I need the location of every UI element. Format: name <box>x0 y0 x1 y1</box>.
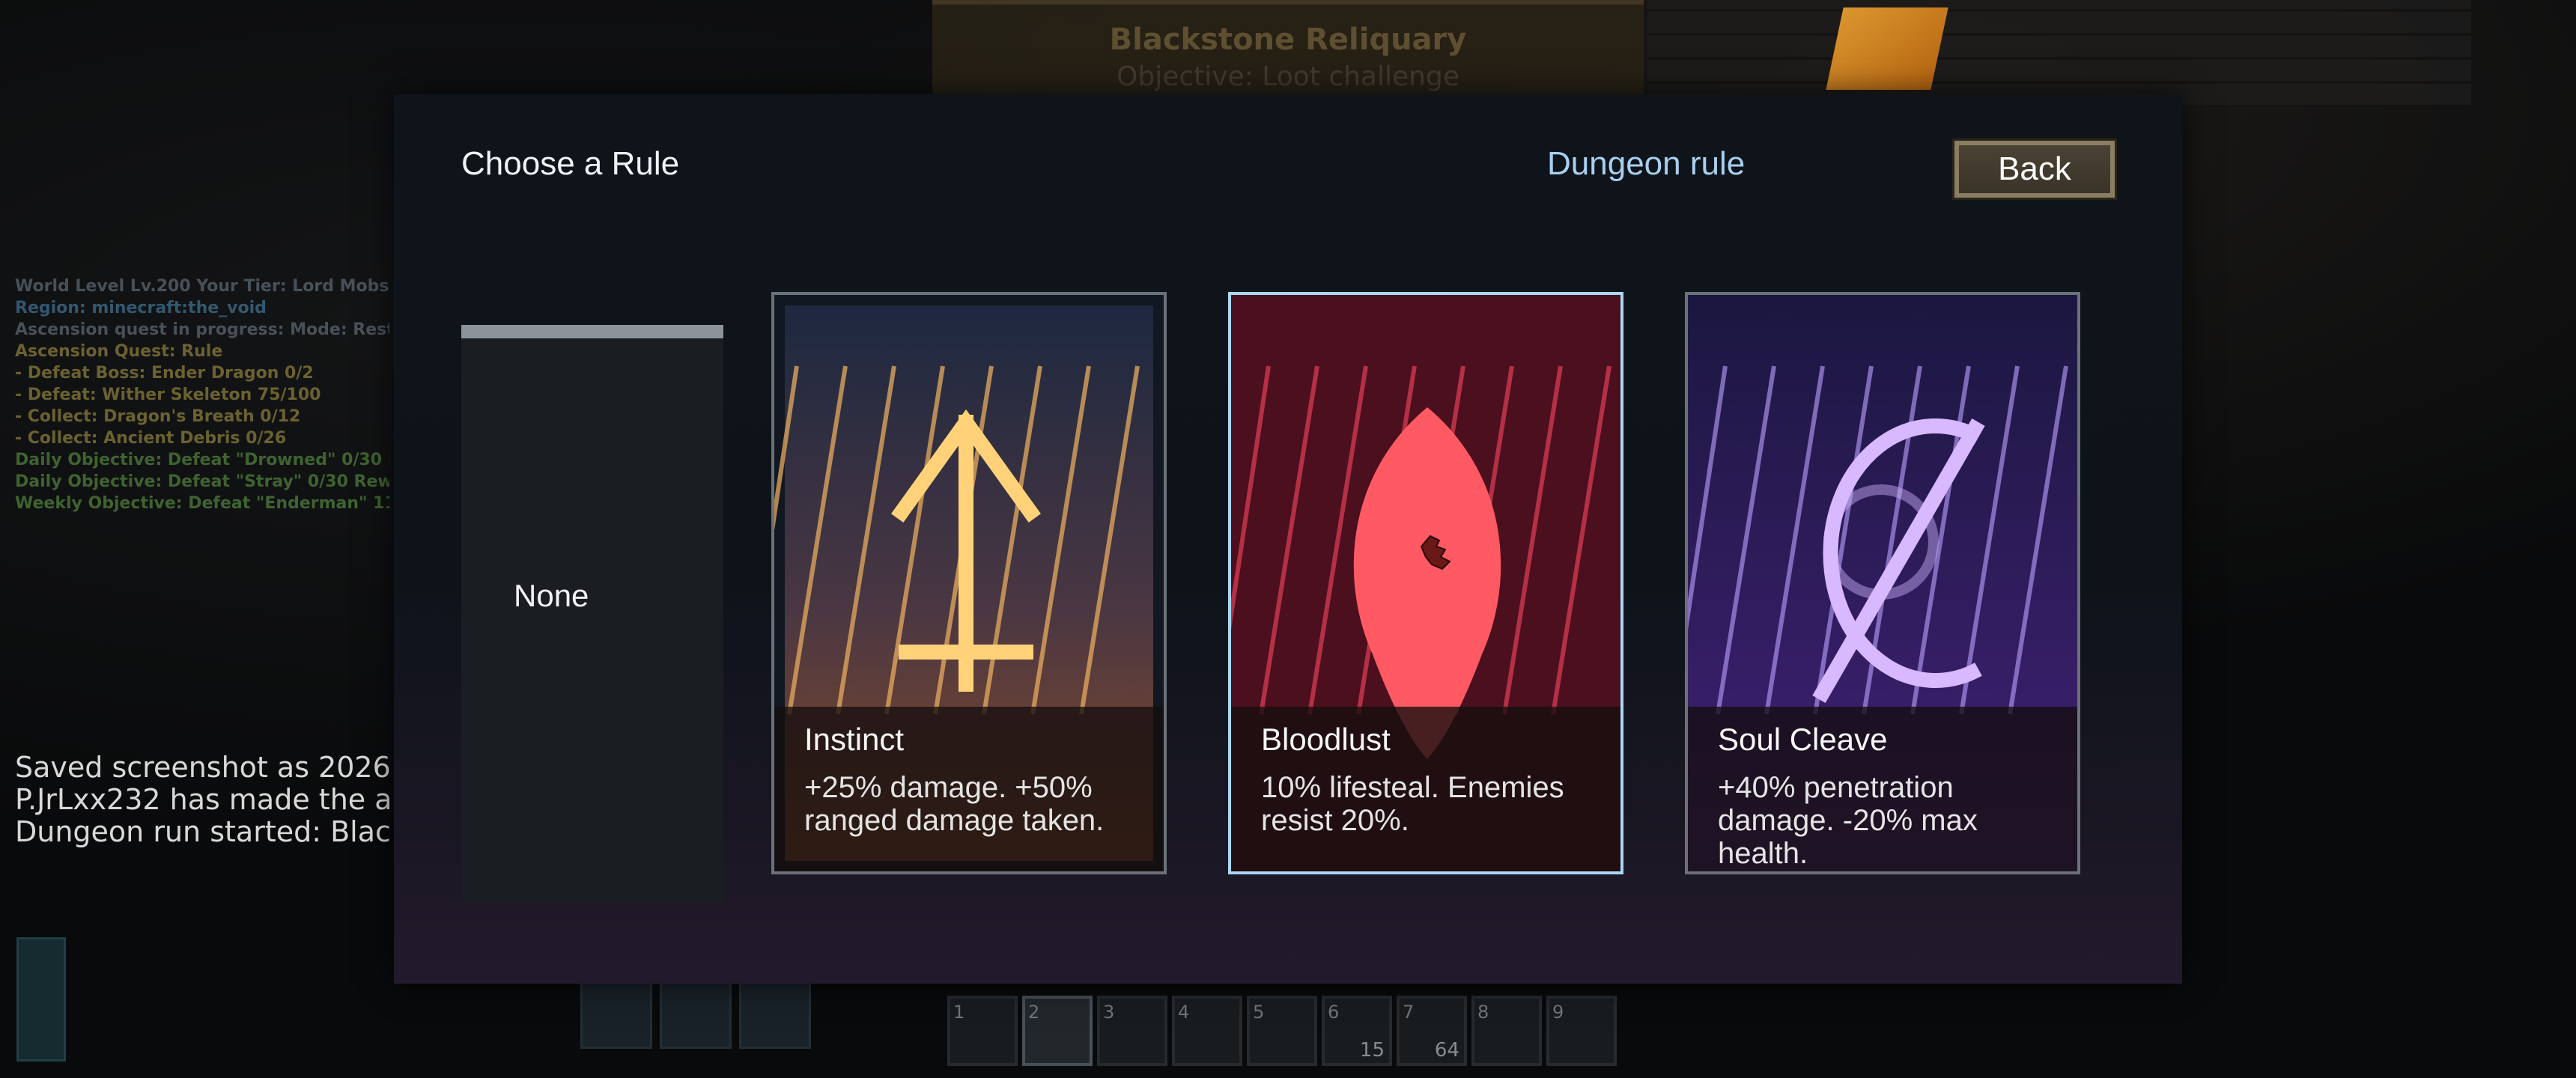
rule-card-instinct[interactable]: Instinct +25% damage. +50% ranged damage… <box>771 292 1167 874</box>
hotbar-slot: 7 64 <box>1397 996 1467 1066</box>
choose-rule-dialog: Choose a Rule Dungeon rule Back None Ins… <box>394 94 2182 984</box>
rule-name: Instinct <box>804 722 905 757</box>
rule-card-info: Bloodlust 10% lifesteal. Enemies resist … <box>1231 707 1620 871</box>
banner-title: Blackstone Reliquary <box>1109 22 1467 57</box>
chat-line: P.JrLxx232 has made the a <box>15 783 389 816</box>
hotbar-slot: 9 <box>1546 996 1617 1066</box>
dungeon-rule-label: Dungeon rule <box>1547 145 1746 182</box>
rule-name: Soul Cleave <box>1718 722 1888 757</box>
hud-line: Weekly Objective: Defeat "Enderman" 11/1 <box>15 494 389 513</box>
rule-option-label: None <box>514 578 589 613</box>
orange-block-icon <box>1826 7 1948 90</box>
rule-description: 10% lifesteal. Enemies resist 20%. <box>1261 771 1564 837</box>
hud-line: - Defeat: Wither Skeleton 75/100 <box>15 386 321 404</box>
chat-line: Dungeon run started: Blac <box>15 815 389 848</box>
hud-line: Ascension Quest: Rule <box>15 342 223 361</box>
hud-line: - Collect: Dragon's Breath 0/12 <box>15 407 301 426</box>
chat-log: Saved screenshot as 2026- P.JrLxx232 has… <box>15 752 389 848</box>
hotbar-slot: 8 <box>1471 996 1542 1066</box>
chat-line: Saved screenshot as 2026- <box>15 752 389 784</box>
back-button[interactable]: Back <box>1952 138 2117 200</box>
hud-line: Ascension quest in progress: Mode: Restr… <box>15 320 389 339</box>
skill-slot <box>739 977 811 1049</box>
rule-description: +25% damage. +50% ranged damage taken. <box>804 771 1105 837</box>
hotbar-slot: 5 <box>1247 996 1317 1066</box>
hud-line: Daily Objective: Defeat "Stray" 0/30 Rew… <box>15 472 389 491</box>
stone-brick-wall <box>1647 0 2471 105</box>
hud-line: - Defeat Boss: Ender Dragon 0/2 <box>15 364 314 383</box>
hotbar-slot: 4 <box>1172 996 1242 1066</box>
hud-line: - Collect: Ancient Debris 0/26 <box>15 429 287 448</box>
hotbar-slot: 3 <box>1097 996 1167 1066</box>
banner-objective: Objective: Loot challenge <box>1117 61 1459 92</box>
dungeon-banner: Blackstone Reliquary Objective: Loot cha… <box>932 0 1644 102</box>
hotbar: 1 2 3 4 5 6 15 7 64 8 9 <box>947 996 1629 1072</box>
hud-line: Daily Objective: Defeat "Drowned" 0/30 R… <box>15 451 389 469</box>
rule-card-info: Soul Cleave +40% penetration damage. -20… <box>1688 707 2077 871</box>
rule-description: +40% penetration damage. -20% max health… <box>1718 771 1978 870</box>
rule-card-bloodlust[interactable]: Bloodlust 10% lifesteal. Enemies resist … <box>1228 292 1623 874</box>
hotbar-slot: 6 15 <box>1322 996 1392 1066</box>
hud-line: Region: minecraft:the_void <box>15 299 267 317</box>
rule-card-info: Instinct +25% damage. +50% ranged damage… <box>774 707 1164 871</box>
skill-bar <box>580 977 811 1049</box>
quest-hud: World Level Lv.200 Your Tier: Lord Mobs:… <box>15 275 389 514</box>
offhand-slot <box>16 937 66 1062</box>
hotbar-slot: 1 <box>947 996 1018 1066</box>
rule-option-none[interactable]: None <box>461 325 723 903</box>
dialog-title: Choose a Rule <box>461 145 680 182</box>
rule-name: Bloodlust <box>1261 722 1391 757</box>
skill-slot <box>660 977 732 1049</box>
hud-line: World Level Lv.200 Your Tier: Lord Mobs:… <box>15 277 389 296</box>
rule-card-soul-cleave[interactable]: Soul Cleave +40% penetration damage. -20… <box>1685 292 2080 874</box>
skill-slot <box>580 977 652 1049</box>
hotbar-slot: 2 <box>1022 996 1093 1066</box>
